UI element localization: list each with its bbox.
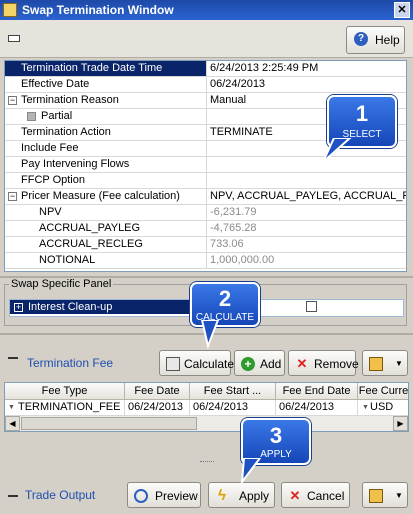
property-label: Pay Intervening Flows [5, 157, 207, 172]
window-title: Swap Termination Window [22, 3, 174, 17]
preview-button[interactable]: Preview [127, 482, 201, 508]
column-header[interactable]: Fee Date [125, 383, 190, 400]
collapse-section-icon[interactable] [8, 357, 18, 359]
property-label: Termination Trade Date Time [5, 61, 207, 76]
help-icon: ? [354, 32, 368, 46]
property-value[interactable]: 6/24/2013 2:25:49 PM [208, 61, 406, 76]
remove-label: Remove [314, 357, 359, 371]
termination-fee-title: Termination Fee [27, 356, 114, 370]
properties-grid: Termination Trade Date Time 6/24/2013 2:… [4, 60, 407, 272]
row-expand-icon[interactable]: ▼ [8, 404, 15, 411]
property-row[interactable]: Termination Trade Date Time 6/24/2013 2:… [5, 61, 406, 77]
fee-end-date-cell[interactable]: 06/24/2013 [276, 400, 358, 416]
cancel-button[interactable]: ✕ Cancel [281, 482, 350, 508]
fee-type-cell[interactable]: TERMINATION_FEE [5, 400, 125, 416]
cancel-label: Cancel [307, 489, 345, 503]
property-value: 1,000,000.00 [210, 254, 275, 266]
property-label: NOTIONAL [5, 253, 207, 268]
lightning-icon: ϟ [218, 487, 226, 504]
close-button[interactable]: ✕ [394, 2, 410, 18]
expand-icon[interactable]: + [14, 303, 23, 312]
property-label: Termination Reason [5, 93, 207, 108]
window-icon [3, 3, 17, 17]
fee-table: Fee Type Fee Date Fee Start ... Fee End … [4, 382, 409, 432]
fee-start-cell[interactable]: 06/24/2013 [190, 400, 276, 416]
property-label: ACCRUAL_PAYLEG [5, 221, 207, 236]
callout-pointer [200, 320, 220, 350]
scroll-right-icon[interactable]: ▶ [393, 416, 408, 431]
add-button[interactable]: + Add [234, 350, 285, 376]
preview-icon [134, 489, 148, 503]
callout-number: 3 [269, 423, 283, 448]
add-icon: + [241, 357, 255, 371]
currency-dropdown-icon[interactable]: ▼ [362, 404, 369, 411]
property-value: ✓ [208, 173, 406, 188]
property-label: ACCRUAL_RECLEG [5, 237, 207, 252]
callout-number: 2 [218, 286, 232, 311]
callout-number: 1 [355, 101, 369, 126]
collapse-icon[interactable]: − [8, 96, 17, 105]
property-row[interactable]: NPV -6,231.79 [5, 205, 406, 221]
panel-legend: Swap Specific Panel [9, 278, 114, 290]
property-value: -4,765.28 [210, 222, 257, 234]
scrollbar-thumb[interactable] [21, 417, 197, 430]
property-value[interactable]: NPV, ACCRUAL_PAYLEG, ACCRUAL_R... [208, 189, 406, 204]
property-row[interactable]: Pricer Measure (Fee calculation) − NPV, … [5, 189, 406, 205]
property-value[interactable]: 06/24/2013 [208, 77, 406, 92]
horizontal-scrollbar[interactable]: ◀ ▶ [5, 416, 408, 431]
keyboard-icon[interactable] [8, 35, 20, 42]
calculate-label: Calculate [184, 357, 235, 371]
property-row[interactable]: ACCRUAL_RECLEG 733.06 [5, 237, 406, 253]
property-row[interactable]: ACCRUAL_PAYLEG -4,765.28 [5, 221, 406, 237]
property-value: 733.06 [210, 238, 244, 250]
property-label: Include Fee [5, 141, 207, 156]
add-label: Add [260, 357, 282, 371]
partial-node-icon [27, 112, 36, 121]
column-header[interactable]: Fee Curre [358, 383, 408, 400]
property-value: -6,231.79 [210, 206, 257, 218]
callout-pointer [322, 138, 352, 163]
output-settings-button[interactable]: ▼ [362, 482, 408, 508]
title-bar: Swap Termination Window ✕ [0, 0, 413, 20]
preview-label: Preview [155, 489, 198, 503]
remove-icon: ✕ [296, 356, 308, 371]
apply-label: Apply [239, 489, 270, 503]
calculate-button[interactable]: Calculate [159, 350, 235, 376]
settings-icon [369, 357, 383, 371]
collapse-section-icon[interactable] [8, 495, 18, 497]
trade-output-title: Trade Output [25, 488, 96, 502]
property-label: FFCP Option [5, 173, 207, 188]
callout-pointer [240, 458, 262, 486]
dropdown-arrow-icon: ▼ [395, 359, 403, 368]
fee-date-cell[interactable]: 06/24/2013 [125, 400, 190, 416]
dropdown-arrow-icon: ▼ [395, 491, 403, 500]
column-header[interactable]: Fee Type [5, 383, 125, 400]
cancel-icon: ✕ [289, 488, 301, 503]
calculator-icon [166, 357, 180, 371]
column-header[interactable]: Fee End Date [276, 383, 358, 400]
collapse-icon[interactable]: − [8, 192, 17, 201]
remove-button[interactable]: ✕ Remove [288, 350, 359, 376]
property-label: Effective Date [5, 77, 207, 92]
splitter-grip[interactable] [200, 461, 214, 465]
property-label: Termination Action [5, 125, 207, 140]
property-label: NPV [5, 205, 207, 220]
property-value: ✓ [208, 157, 406, 172]
toolbar: ? Help [0, 20, 413, 58]
help-button[interactable]: ? Help [346, 26, 405, 54]
interest-cleanup-label: Interest Clean-up [10, 300, 195, 314]
interest-cleanup-checkbox[interactable] [306, 301, 317, 312]
column-header[interactable]: Fee Start ... [190, 383, 276, 400]
property-row[interactable]: FFCP Option ✓ [5, 173, 406, 189]
scroll-left-icon[interactable]: ◀ [5, 416, 20, 431]
help-label: Help [375, 33, 400, 47]
property-row[interactable]: Effective Date 06/24/2013 [5, 77, 406, 93]
fee-settings-button[interactable]: ▼ [362, 350, 408, 376]
settings-icon [369, 489, 383, 503]
property-label: Pricer Measure (Fee calculation) [5, 189, 207, 204]
property-row[interactable]: NOTIONAL 1,000,000.00 [5, 253, 406, 269]
